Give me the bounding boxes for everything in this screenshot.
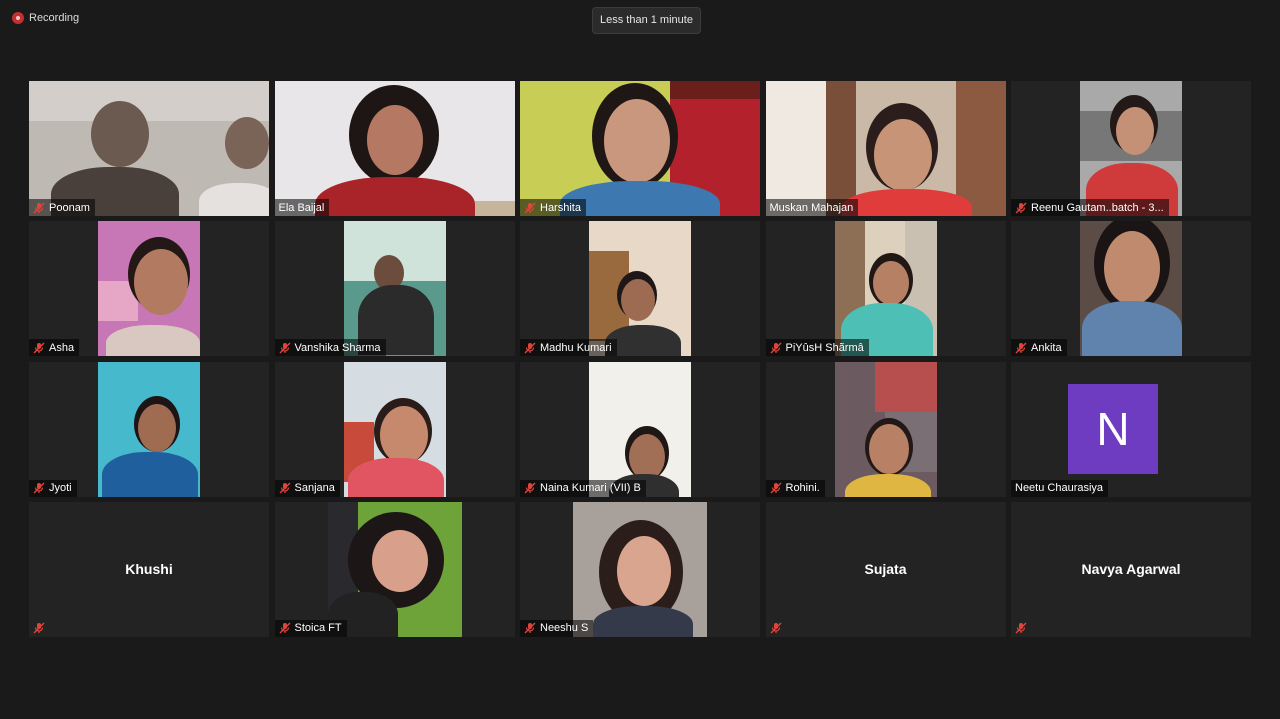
participant-name: Poonam xyxy=(49,201,90,214)
participant-name: Rohini. xyxy=(785,482,820,495)
avatar: N xyxy=(1068,383,1158,474)
participant-tile-asha[interactable]: Asha xyxy=(29,221,269,357)
participant-video xyxy=(573,501,707,637)
muted-microphone-icon xyxy=(279,342,290,354)
participant-name: Madhu Kumari xyxy=(540,341,612,354)
participant-name: Ankita xyxy=(1031,341,1062,354)
recording-icon xyxy=(12,12,24,24)
participant-video xyxy=(343,221,446,357)
participant-name: Reenu Gautam..batch - 3... xyxy=(1031,201,1164,214)
participant-display-name: Navya Agarwal xyxy=(1081,560,1181,577)
participant-name-tag: Ela Baijal xyxy=(274,199,330,216)
participant-tile-stoica-ft[interactable]: Stoica FT xyxy=(274,501,515,637)
participant-tile-neetu-chaurasiya[interactable]: N Neetu Chaurasiya xyxy=(1011,361,1251,497)
participant-name-tag: Stoica FT xyxy=(274,619,347,637)
participant-name-tag: Sanjana xyxy=(274,479,340,497)
participant-tile-khushi[interactable]: Khushi xyxy=(29,501,269,637)
participant-name-tag: Muskan Mahajan xyxy=(765,199,859,216)
participant-video xyxy=(834,221,937,357)
participant-name-tag: Neetu Chaurasiya xyxy=(1011,479,1109,497)
participant-tile-harshita[interactable]: Harshita xyxy=(520,81,760,216)
participant-video xyxy=(834,361,937,497)
participant-name-tag: Madhu Kumari xyxy=(520,339,617,357)
participant-name: Ela Baijal xyxy=(278,201,325,214)
participant-tile-poonam[interactable]: Poonam xyxy=(29,81,269,216)
participant-name-tag: Vanshika Sharma xyxy=(274,339,386,357)
muted-microphone-icon xyxy=(1015,342,1027,354)
participant-name: Naina Kumari (VII) B xyxy=(540,482,641,495)
participant-video xyxy=(589,221,691,357)
muted-microphone-icon xyxy=(524,202,536,213)
muted-microphone-icon xyxy=(33,342,45,354)
participant-name-tag: Poonam xyxy=(29,199,95,216)
participant-name-tag: PiYûsH Shãrmâ xyxy=(765,339,869,357)
participant-video xyxy=(98,361,200,497)
meeting-timer[interactable]: Less than 1 minute xyxy=(592,7,701,34)
participant-tile-jyoti[interactable]: Jyoti xyxy=(29,361,269,497)
participant-name-tag: Naina Kumari (VII) B xyxy=(520,479,646,497)
participant-name-tag: Harshita xyxy=(520,199,586,216)
participant-name: Asha xyxy=(49,341,75,354)
participant-name: Vanshika Sharma xyxy=(294,341,381,354)
participant-name-tag: Neeshu S xyxy=(520,619,594,637)
participant-tile-vanshika-sharma[interactable]: Vanshika Sharma xyxy=(274,221,515,357)
participant-name: Neetu Chaurasiya xyxy=(1015,482,1104,495)
participant-tile-muskan-mahajan[interactable]: Muskan Mahajan xyxy=(765,81,1006,216)
participant-tile-madhu-kumari[interactable]: Madhu Kumari xyxy=(520,221,760,357)
participant-name: Stoica FT xyxy=(294,622,342,635)
participant-video xyxy=(765,81,1006,216)
participant-name-tag: Jyoti xyxy=(29,479,77,497)
participant-name: Harshita xyxy=(540,201,581,214)
participant-video xyxy=(1080,221,1182,357)
participant-name: Muskan Mahajan xyxy=(769,201,854,214)
participant-video xyxy=(589,361,691,497)
participant-name-tag: Asha xyxy=(29,339,80,357)
muted-microphone-icon xyxy=(524,622,536,634)
muted-microphone-icon xyxy=(770,622,781,634)
participant-video xyxy=(520,81,760,216)
participant-video xyxy=(274,81,515,216)
muted-microphone-icon xyxy=(279,622,290,634)
muted-microphone-icon xyxy=(33,482,45,494)
participant-video xyxy=(1080,81,1182,216)
participant-tile-piyush-sharma[interactable]: PiYûsH Shãrmâ xyxy=(765,221,1006,357)
participant-name-tag: Reenu Gautam..batch - 3... xyxy=(1011,199,1169,216)
participant-name-tag xyxy=(29,620,50,637)
participant-video xyxy=(98,221,200,357)
recording-indicator[interactable]: Recording xyxy=(12,12,79,24)
participant-tile-rohini[interactable]: Rohini. xyxy=(765,361,1006,497)
muted-microphone-icon xyxy=(770,342,781,354)
participant-video xyxy=(343,361,446,497)
muted-microphone-icon xyxy=(1015,202,1027,213)
participant-tile-sanjana[interactable]: Sanjana xyxy=(274,361,515,497)
participant-video xyxy=(29,81,269,216)
participant-name: PiYûsH Shãrmâ xyxy=(785,341,864,354)
muted-microphone-icon xyxy=(770,482,781,494)
participant-video xyxy=(327,501,462,637)
participant-display-name: Sujata xyxy=(864,560,907,577)
participant-name-tag xyxy=(766,620,787,637)
muted-microphone-icon xyxy=(279,482,290,494)
participant-tile-navya-agarwal[interactable]: Navya Agarwal xyxy=(1011,501,1251,637)
participant-name-tag: Rohini. xyxy=(765,479,825,497)
participant-tile-ela-baijal[interactable]: Ela Baijal xyxy=(274,81,515,216)
participant-tile-ankita[interactable]: Ankita xyxy=(1011,221,1251,357)
participant-name: Jyoti xyxy=(49,482,72,495)
gallery-grid: Poonam Ela Baijal Harshita Muskan Mahaja… xyxy=(29,81,1251,637)
participant-tile-neeshu-s[interactable]: Neeshu S xyxy=(520,501,760,637)
muted-microphone-icon xyxy=(524,482,536,494)
muted-microphone-icon xyxy=(524,342,536,354)
participant-name-tag: Ankita xyxy=(1011,339,1067,357)
participant-tile-reenu-gautam[interactable]: Reenu Gautam..batch - 3... xyxy=(1011,81,1251,216)
muted-microphone-icon xyxy=(33,202,45,213)
muted-microphone-icon xyxy=(1015,622,1027,634)
participant-display-name: Khushi xyxy=(125,560,173,577)
recording-label: Recording xyxy=(29,12,80,24)
participant-name-tag xyxy=(1011,620,1032,637)
participant-name: Sanjana xyxy=(294,482,335,495)
participant-tile-naina-kumari[interactable]: Naina Kumari (VII) B xyxy=(520,361,760,497)
participant-tile-sujata[interactable]: Sujata xyxy=(765,501,1006,637)
muted-microphone-icon xyxy=(33,622,45,634)
participant-name: Neeshu S xyxy=(540,622,589,635)
